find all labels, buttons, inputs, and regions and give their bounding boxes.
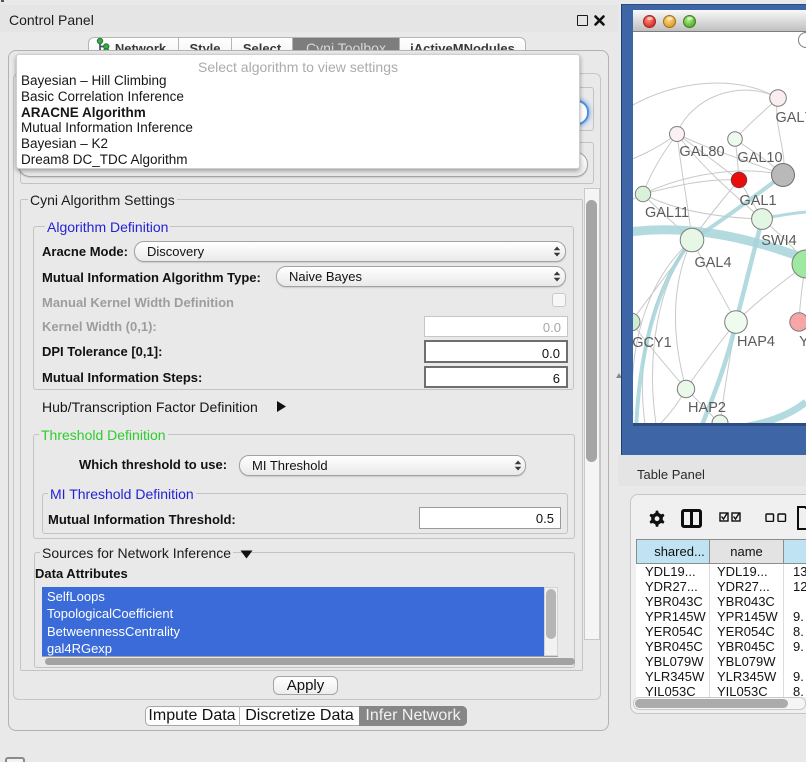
svg-text:Y: Y xyxy=(799,334,806,350)
svg-text:GAL11: GAL11 xyxy=(645,205,689,221)
svg-text:HAP4: HAP4 xyxy=(737,334,775,350)
svg-text:GAL10: GAL10 xyxy=(737,150,782,166)
svg-text:GAL1: GAL1 xyxy=(739,193,776,209)
svg-text:GAL4: GAL4 xyxy=(694,255,731,271)
svg-text:GCY1: GCY1 xyxy=(633,335,672,351)
svg-text:SWI4: SWI4 xyxy=(761,233,796,249)
svg-text:HAP2: HAP2 xyxy=(688,400,726,416)
svg-text:GAL80: GAL80 xyxy=(679,144,724,160)
svg-text:GAL7: GAL7 xyxy=(775,110,806,126)
